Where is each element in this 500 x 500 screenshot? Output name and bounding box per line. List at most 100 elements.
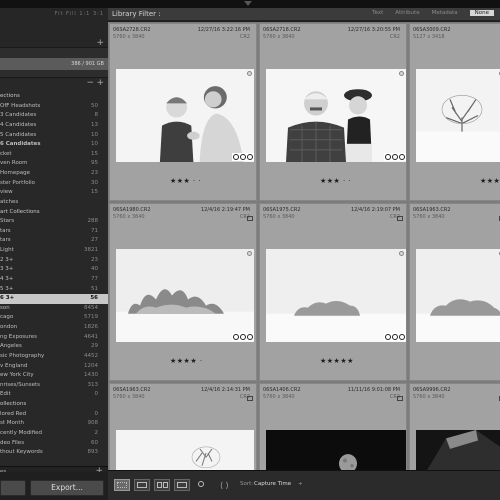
badge-icon[interactable]: [232, 153, 239, 160]
collection-item[interactable]: ven Room 95: [0, 159, 108, 169]
collection-item[interactable]: ng Exposures 4641: [0, 333, 108, 343]
metadata-badge-icon[interactable]: [247, 396, 253, 401]
collection-item[interactable]: cket 15: [0, 150, 108, 160]
star-rating[interactable]: ★★★★ ·: [170, 357, 203, 365]
badge-icon[interactable]: [384, 333, 391, 340]
thumbnail-cell[interactable]: 06SA2728.CR2 5760 x 3840 12/27/16 3:22:16 …: [109, 23, 257, 201]
star-rating[interactable]: ★★★★★: [320, 357, 354, 365]
badge-icon[interactable]: [391, 153, 398, 160]
collection-item[interactable]: nrises/Sunsets 313: [0, 381, 108, 391]
metadata-badge-icon[interactable]: [247, 216, 253, 221]
collection-item[interactable]: tars 27: [0, 236, 108, 246]
photo-thumbnail[interactable]: [416, 249, 500, 342]
quick-collection-dot-icon[interactable]: [247, 71, 252, 76]
filter-option-text[interactable]: Text: [372, 10, 383, 16]
collection-item[interactable]: 3 3+ 40: [0, 265, 108, 275]
photo-thumbnail[interactable]: [266, 430, 406, 470]
collection-item[interactable]: 5 Candidates 10: [0, 131, 108, 141]
star-rating[interactable]: ★★★: [480, 177, 500, 185]
badge-icon[interactable]: [391, 333, 398, 340]
collections-plus-icon[interactable]: +: [96, 78, 104, 88]
thumbnail-cell[interactable]: 06SA1980.CR2 5760 x 3840 12/4/16 2:19:47 P…: [109, 203, 257, 381]
quick-collection-dot-icon[interactable]: [399, 71, 404, 76]
photo-thumbnail[interactable]: [116, 69, 254, 162]
badge-icon[interactable]: [239, 153, 246, 160]
navigator-zoom-options[interactable]: Fit Fill 1:1 3:1: [55, 11, 104, 17]
badge-icon[interactable]: [246, 153, 253, 160]
collection-item[interactable]: 4 Candidates 13: [0, 121, 108, 131]
collection-item[interactable]: view 15: [0, 188, 108, 198]
metadata-badge-icon[interactable]: [397, 216, 403, 221]
compare-view-button[interactable]: [154, 479, 170, 491]
photo-thumbnail[interactable]: [266, 249, 406, 342]
people-view-button[interactable]: [196, 479, 206, 491]
collection-item[interactable]: Light 3821: [0, 246, 108, 256]
filter-option-attribute[interactable]: Attribute: [395, 10, 419, 16]
collections-minus-icon[interactable]: −: [86, 78, 94, 88]
badge-icon[interactable]: [398, 333, 405, 340]
collection-item[interactable]: 6 Candidates 10: [0, 140, 108, 150]
collection-item[interactable]: ondon 1826: [0, 323, 108, 333]
star-rating[interactable]: ★★★ · ·: [320, 177, 351, 185]
photo-thumbnail[interactable]: [116, 249, 254, 342]
badge-icon[interactable]: [398, 153, 405, 160]
import-button[interactable]: [0, 480, 26, 496]
collection-item[interactable]: st Month 908: [0, 419, 108, 429]
collection-item[interactable]: atches: [0, 198, 108, 208]
thumbnail-cell[interactable]: 06SA1406.CR2 5760 x 3840 11/11/16 9:01:08 …: [259, 383, 407, 470]
collection-item[interactable]: v England 1204: [0, 362, 108, 372]
survey-view-button[interactable]: [174, 479, 190, 491]
thumbnail-cell[interactable]: 06SA3009.CR2 5127 x 3418 ★★★: [409, 23, 500, 201]
collection-item[interactable]: cently Modified 2: [0, 429, 108, 439]
collection-group-header[interactable]: ections: [0, 92, 108, 102]
thumbnail-cell[interactable]: 06SA2718.CR2 5760 x 3840 12/27/16 3:20:55 …: [259, 23, 407, 201]
collection-group-header[interactable]: ollections: [0, 400, 108, 410]
collection-item[interactable]: OfF Headshots 50: [0, 102, 108, 112]
quick-collection-dot-icon[interactable]: [247, 251, 252, 256]
thumbnail-cell[interactable]: 06SA1963.CR2 5760 x 3840 12/4/16 2:14:31 P…: [109, 383, 257, 470]
photo-thumbnail[interactable]: [416, 69, 500, 162]
photo-thumbnail[interactable]: [266, 69, 406, 162]
sort-direction-icon[interactable]: ⟨ ⟩: [220, 481, 229, 490]
star-rating[interactable]: ★★★ · ·: [170, 177, 201, 185]
badge-icon[interactable]: [246, 333, 253, 340]
badge-icon[interactable]: [384, 153, 391, 160]
collection-item[interactable]: 6 3+ 56: [0, 294, 108, 304]
collection-item[interactable]: sic Photography 4452: [0, 352, 108, 362]
quick-collection-dot-icon[interactable]: [399, 251, 404, 256]
collection-item[interactable]: Angeles 29: [0, 342, 108, 352]
collection-item[interactable]: 3 Candidates 8: [0, 111, 108, 121]
grid-view-button[interactable]: [114, 479, 130, 491]
collection-item[interactable]: Homepage 23: [0, 169, 108, 179]
collection-item[interactable]: deo Files 60: [0, 439, 108, 449]
filter-option-metadata[interactable]: Metadata: [432, 10, 458, 16]
collection-item[interactable]: 2 3+ 23: [0, 256, 108, 266]
collection-item[interactable]: Stars 288: [0, 217, 108, 227]
navigator-plus-icon[interactable]: +: [96, 38, 104, 48]
collection-item[interactable]: ew York City 1430: [0, 371, 108, 381]
collapse-top-panel-arrow-icon[interactable]: [244, 1, 252, 6]
collection-group-header[interactable]: art Collections: [0, 208, 108, 218]
catalog-row[interactable]: 386 / 901 GB: [0, 58, 108, 70]
collection-item[interactable]: lored Red 0: [0, 410, 108, 420]
filter-option-none[interactable]: None: [469, 10, 494, 16]
thumbnail-cell[interactable]: 06SA1963.CR2 5760 x 3840: [409, 203, 500, 381]
thumbnail-cell[interactable]: 06SA1975.CR2 5760 x 3840 12/4/16 2:19:07 P…: [259, 203, 407, 381]
export-button[interactable]: Export...: [30, 480, 104, 496]
collection-item[interactable]: tars 71: [0, 227, 108, 237]
photo-thumbnail[interactable]: [116, 430, 254, 470]
photo-thumbnail[interactable]: [416, 430, 500, 470]
collection-item[interactable]: thout Keywords 893: [0, 448, 108, 458]
metadata-badge-icon[interactable]: [397, 396, 403, 401]
sort-caret-icon[interactable]: ÷: [298, 481, 303, 487]
collection-item[interactable]: 5 3+ 51: [0, 285, 108, 295]
collection-item[interactable]: Edit 0: [0, 390, 108, 400]
collection-item[interactable]: 4 3+ 77: [0, 275, 108, 285]
collection-item[interactable]: son 8454: [0, 304, 108, 314]
thumbnail-cell[interactable]: 06SA9996.CR2 5760 x 3840: [409, 383, 500, 470]
collection-item[interactable]: cago 5719: [0, 313, 108, 323]
badge-icon[interactable]: [239, 333, 246, 340]
loupe-view-button[interactable]: [134, 479, 150, 491]
badge-icon[interactable]: [232, 333, 239, 340]
sort-dropdown[interactable]: Capture Time: [254, 481, 291, 487]
